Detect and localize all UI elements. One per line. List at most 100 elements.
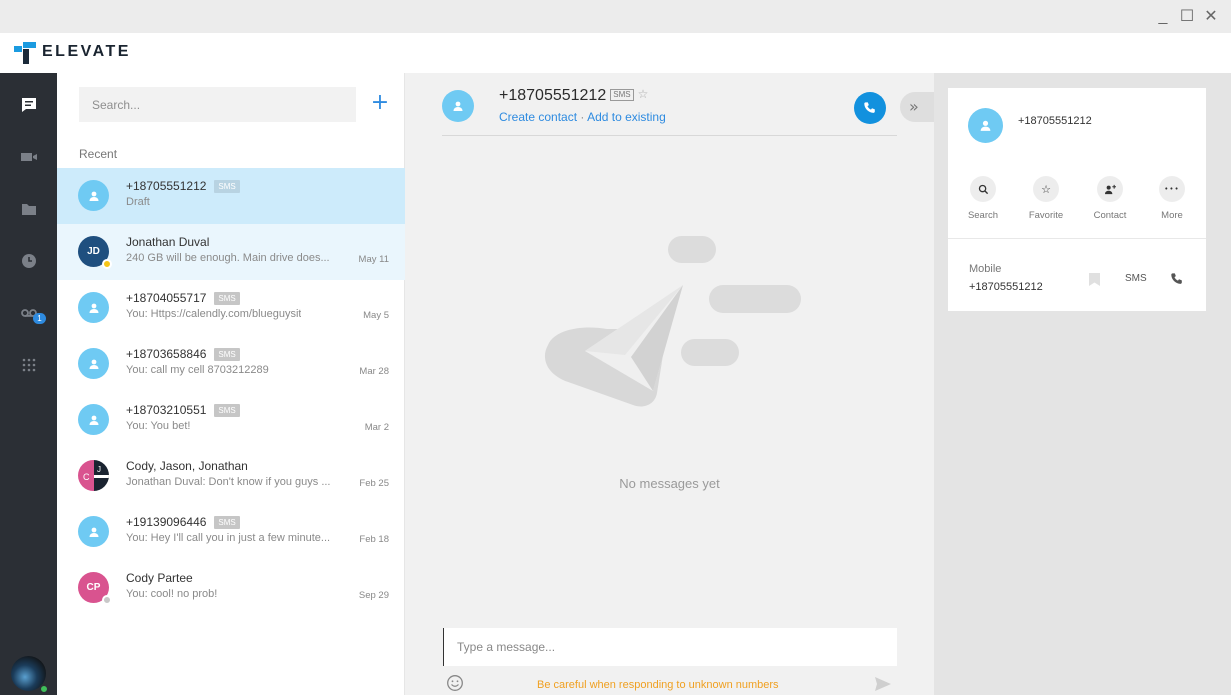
conversation-title: Jonathan Duval (126, 235, 210, 249)
dialpad-icon (22, 358, 35, 372)
user-status-dot (39, 684, 49, 694)
conversation-title: +19139096446 SMS (126, 515, 240, 529)
minimize-button[interactable]: _ (1154, 8, 1172, 26)
conversation-date: Feb 25 (359, 478, 389, 489)
action-label: Contact (1093, 210, 1127, 221)
contact-avatar (78, 404, 109, 435)
mobile-number: +18705551212 (969, 281, 1043, 293)
contact-details-panel: +18705551212 Search ☆ Favorite Contact •… (934, 73, 1231, 695)
sms-tag: SMS (214, 348, 240, 361)
conversation-title: Cody Partee (126, 571, 193, 585)
presence-dot (102, 595, 112, 605)
conversation-list-panel: + Recent +18705551212SMS Draft JD Jonath… (57, 73, 405, 695)
rail-item-voicemail[interactable]: 1 (0, 287, 57, 339)
chat-contact-links: Create contact · Add to existing (499, 110, 666, 124)
conversation-row[interactable]: +18704055717 SMS You: Https://calendly.co… (57, 280, 405, 336)
favorite-star-icon[interactable]: ☆ (638, 87, 649, 101)
sms-button[interactable]: SMS (1125, 273, 1147, 284)
action-contact[interactable]: Contact (1080, 176, 1140, 221)
chat-sms-tag: SMS (610, 89, 634, 101)
action-more[interactable]: ••• More (1142, 176, 1202, 221)
action-label: Favorite (1028, 210, 1064, 221)
rail-item-files[interactable] (0, 183, 57, 235)
emoji-icon[interactable] (446, 674, 464, 692)
close-button[interactable]: ✕ (1202, 8, 1220, 26)
recent-label: Recent (79, 147, 118, 161)
conversation-preview: You: Https://calendly.com/blueguysit (126, 308, 302, 320)
card-divider (948, 238, 1206, 239)
conversation-title: +18704055717 SMS (126, 291, 240, 305)
conversation-date: May 11 (358, 254, 389, 265)
unknown-number-warning: Be careful when responding to unknown nu… (537, 679, 779, 691)
action-favorite[interactable]: ☆ Favorite (1016, 176, 1076, 221)
group-avatar: C J (78, 460, 109, 491)
conversation-date: May 5 (363, 310, 389, 321)
conversation-row[interactable]: +18705551212 SMS Draft (57, 168, 405, 224)
rail-item-chat[interactable] (0, 79, 57, 131)
chat-panel: +18705551212 SMS ☆ Create contact · Add to… (405, 73, 934, 695)
sms-tag: SMS (214, 516, 240, 529)
rail-item-history[interactable] (0, 235, 57, 287)
chat-header-divider (442, 135, 897, 136)
video-icon (20, 153, 37, 161)
action-label: More (1161, 210, 1183, 221)
action-label: Search (967, 210, 999, 221)
conversation-preview: Draft (126, 196, 150, 208)
conversation-row[interactable]: JD Jonathan Duval 240 GB will be enough.… (57, 224, 405, 280)
conversation-row[interactable]: +18703658846 SMS You: call my cell 870321… (57, 336, 405, 392)
chat-title: +18705551212 SMS ☆ (499, 87, 649, 104)
app-header: ELEVATE (0, 33, 1231, 73)
maximize-button[interactable]: ☐ (1178, 8, 1196, 26)
contact-avatar (78, 516, 109, 547)
contact-avatar (78, 348, 109, 379)
add-contact-icon (1097, 176, 1123, 202)
magnifier-glyph (978, 184, 988, 194)
rail-item-video[interactable] (0, 131, 57, 183)
conversation-date: Sep 29 (358, 590, 389, 601)
person-icon (89, 191, 98, 201)
mobile-label: Mobile (969, 263, 1002, 275)
conversation-row[interactable]: CP Cody Partee You: cool! no prob! Sep 2… (57, 560, 405, 616)
conversation-preview: You: You bet! (126, 420, 191, 432)
conversation-row[interactable]: +19139096446 SMS You: Hey I'll call you i… (57, 504, 405, 560)
call-button[interactable] (854, 92, 886, 124)
conversation-row[interactable]: C J Cody, Jason, Jonathan Jonathan Duval… (57, 448, 405, 504)
conversation-row[interactable]: +18703210551 SMS You: You bet! Mar 2 (57, 392, 405, 448)
star-icon: ☆ (1033, 176, 1059, 202)
conversation-title: +18703210551 SMS (126, 403, 240, 417)
expand-panel-button[interactable]: » (900, 92, 934, 122)
chat-contact-avatar (442, 90, 474, 122)
group-initial-c: C (83, 472, 90, 482)
voicemail-badge: 1 (33, 313, 46, 324)
nav-rail: 1 (0, 73, 57, 695)
sms-tag: SMS (214, 292, 240, 305)
conversation-date: Mar 28 (359, 366, 389, 377)
message-input[interactable] (443, 628, 897, 666)
card-avatar (968, 108, 1003, 143)
sms-tag: SMS (214, 404, 240, 417)
presence-dot (102, 259, 112, 269)
add-person-glyph (1104, 184, 1116, 194)
conversation-date: Feb 18 (359, 534, 389, 545)
conversation-preview: Jonathan Duval: Don't know if you guys .… (126, 476, 331, 488)
person-icon (89, 527, 98, 537)
rail-item-dialpad[interactable] (0, 339, 57, 391)
search-input[interactable] (79, 87, 356, 122)
new-conversation-button[interactable]: + (370, 91, 390, 115)
conversation-preview: You: Hey I'll call you in just a few min… (126, 532, 331, 544)
conversation-date: Mar 2 (364, 422, 389, 433)
send-icon[interactable] (874, 676, 892, 692)
add-to-existing-link[interactable]: Add to existing (587, 110, 666, 124)
phone-icon[interactable] (1170, 272, 1184, 286)
create-contact-link[interactable]: Create contact (499, 110, 577, 124)
conversation-title: +18705551212 SMS (126, 179, 240, 193)
bookmark-icon[interactable] (1089, 273, 1100, 286)
group-initial-j: J (97, 465, 101, 474)
clock-icon (21, 254, 36, 268)
elevate-logo-icon (14, 42, 36, 64)
group-icon: C J (78, 460, 109, 491)
contact-avatar (78, 180, 109, 211)
paper-plane-illustration (544, 236, 801, 407)
action-search[interactable]: Search (953, 176, 1013, 221)
brand-name: ELEVATE (42, 43, 131, 60)
